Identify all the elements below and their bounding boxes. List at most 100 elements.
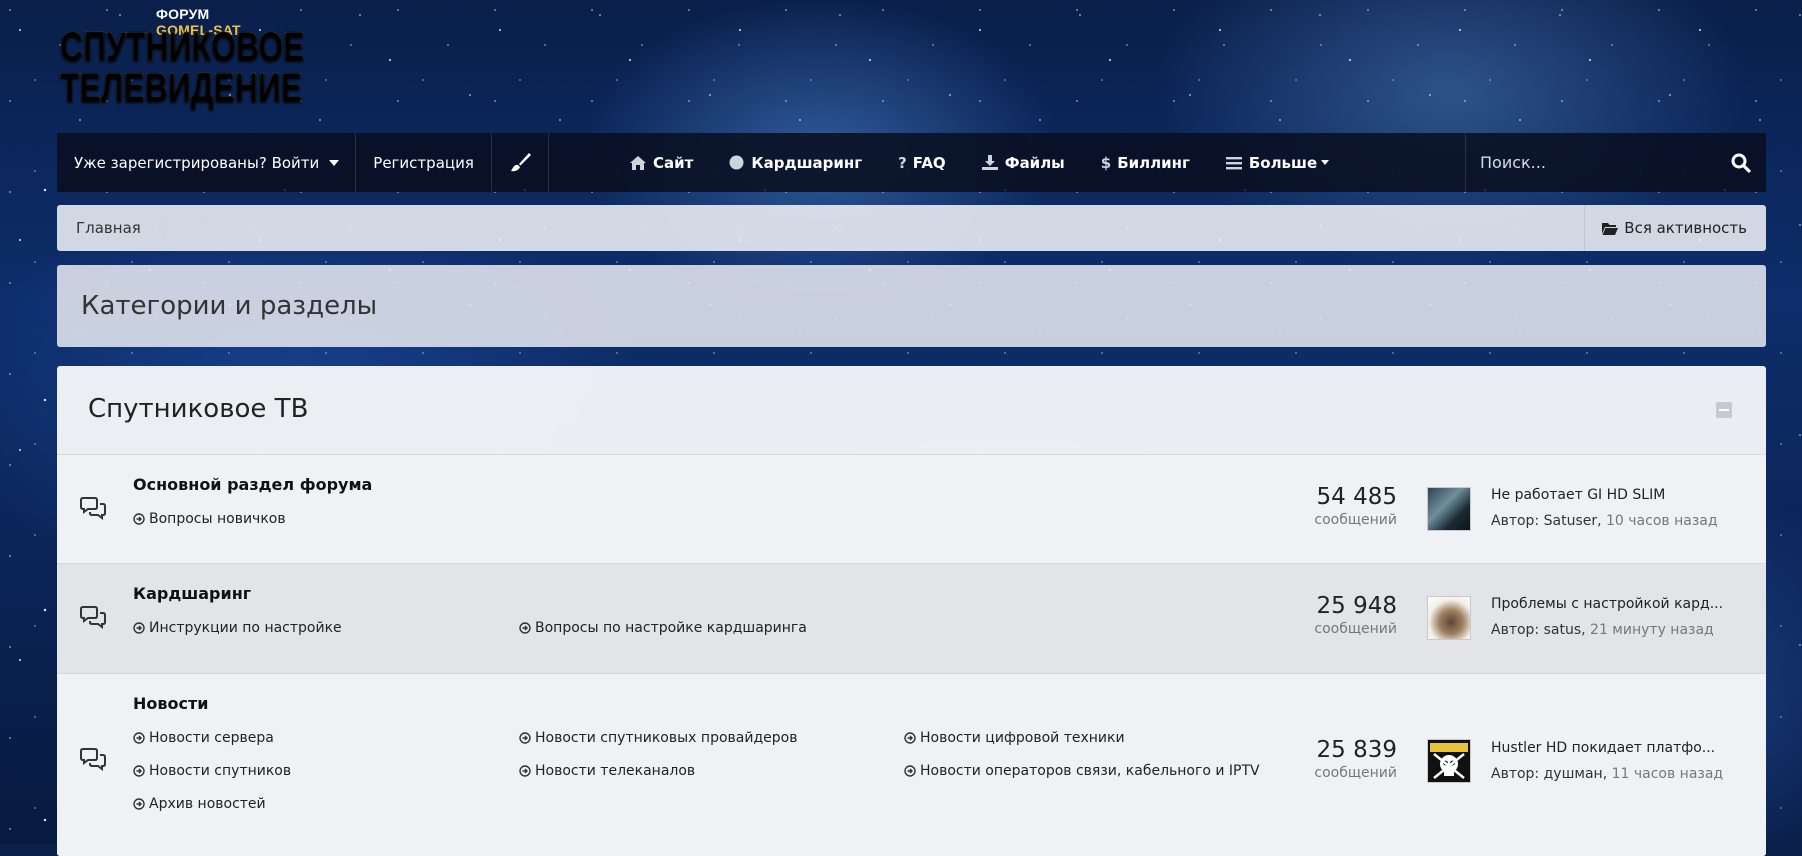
meta-separator: , [1581,622,1586,638]
all-activity-label: Вся активность [1624,219,1747,237]
subforum-label: Новости сервера [149,730,274,746]
primary-nav: Сайт Кардшаринг ? FAQ Файлы $ Биллинг Бо… [612,133,1347,192]
question-icon: ? [898,153,907,172]
nav-item-cardsharing[interactable]: Кардшаринг [711,133,880,192]
register-link[interactable]: Регистрация [356,133,492,192]
arrow-circle-icon [904,732,916,744]
last-post-meta: Автор: satus, 21 минуту назад [1491,622,1714,638]
subforum-label: Архив новостей [149,796,266,812]
login-dropdown[interactable]: Уже зарегистрированы? Войти [57,133,357,192]
nav-item-label: Файлы [1004,153,1065,172]
paintbrush-icon [510,152,531,171]
bars-icon [1225,156,1242,169]
forum-row: Основной раздел форума Вопросы новичков … [57,455,1766,564]
post-count: 25 839 сообщений [1227,736,1397,782]
nav-item-label: FAQ [912,153,946,172]
category-title[interactable]: Спутниковое ТВ [88,394,308,424]
nav-item-site[interactable]: Сайт [612,133,711,192]
category-box: Спутниковое ТВ Основной раздел форума Во… [57,366,1766,856]
avatar[interactable] [1427,596,1471,640]
forum-chat-icon [80,497,106,520]
nav-item-label: Сайт [653,153,694,172]
post-count-number: 25 948 [1316,593,1397,619]
subforum-link[interactable]: Вопросы по настройке кардшаринга [519,620,807,636]
search-input[interactable] [1466,152,1712,173]
author-prefix: Автор: [1491,766,1540,782]
arrow-circle-icon [133,732,145,744]
last-post-author[interactable]: душман [1544,766,1603,782]
meta-separator: , [1602,766,1608,782]
logo-line-1: СПУТНИКОВОЕ [60,23,305,69]
subforum-link[interactable]: Новости спутниковых провайдеров [519,730,797,746]
logo-caption-prefix: ФОРУМ [156,6,210,22]
arrow-circle-icon [519,765,531,777]
arrow-circle-icon [133,765,145,777]
page-header: Категории и разделы [57,265,1766,347]
logo-caption: ФОРУМ GOMEL-SAT [156,6,241,38]
post-count-number: 54 485 [1316,484,1397,510]
avatar[interactable] [1427,739,1471,783]
subforum-link[interactable]: Новости спутников [133,763,291,779]
subforum-link[interactable]: Новости цифровой техники [904,730,1125,746]
post-count: 25 948 сообщений [1227,592,1397,638]
home-icon [630,155,646,170]
search-button[interactable] [1716,133,1766,192]
post-count-label: сообщений [1314,765,1397,781]
caret-down-icon [1321,160,1330,165]
forum-chat-icon [80,748,106,771]
author-prefix: Автор: [1491,622,1540,638]
arrow-circle-icon [133,622,145,634]
nav-item-label: Биллинг [1117,153,1190,172]
site-logo[interactable]: ФОРУМ GOMEL-SAT СПУТНИКОВОЕ ТЕЛЕВИДЕНИЕ [60,6,304,110]
last-post-author[interactable]: satus [1544,622,1582,638]
page-title: Категории и разделы [81,291,378,321]
caret-down-icon [329,159,340,166]
breadcrumb-home-label: Главная [76,219,141,237]
nav-item-files[interactable]: Файлы [964,133,1083,192]
last-post-title[interactable]: Проблемы с настройкой кард... [1491,596,1723,612]
forum-title[interactable]: Основной раздел форума [133,475,372,494]
subforum-label: Новости телеканалов [535,763,696,779]
author-prefix: Автор: [1491,513,1540,529]
subforum-link[interactable]: Новости операторов связи, кабельного и I… [904,763,1260,779]
search-icon [1731,153,1751,173]
folder-open-icon [1602,222,1619,235]
avatar[interactable] [1427,487,1471,531]
subforum-label: Новости цифровой техники [920,730,1125,746]
subforum-link[interactable]: Новости сервера [133,730,274,746]
nav-item-faq[interactable]: ? FAQ [880,133,964,192]
last-post-meta: Автор: Satuser, 10 часов назад [1491,513,1718,529]
subforum-label: Инструкции по настройке [149,620,342,636]
all-activity-link[interactable]: Вся активность [1584,205,1766,251]
post-count-label: сообщений [1314,621,1397,637]
forum-title[interactable]: Новости [133,694,208,713]
search-box [1465,133,1766,192]
subforum-label: Вопросы новичков [149,511,286,527]
theme-button[interactable] [492,133,549,192]
collapse-icon[interactable] [1716,402,1732,418]
skull-icon [1430,743,1468,779]
subforum-link[interactable]: Вопросы новичков [133,511,286,527]
user-nav: Уже зарегистрированы? Войти Регистрация [57,133,549,192]
forum-row: Кардшаринг Инструкции по настройке Вопро… [57,564,1766,674]
nav-item-billing[interactable]: $ Биллинг [1083,133,1208,192]
last-post-author[interactable]: Satuser [1544,513,1598,529]
last-post-title[interactable]: Hustler HD покидает платфо... [1491,740,1715,756]
subforum-link[interactable]: Новости телеканалов [519,763,695,779]
main-navbar: Уже зарегистрированы? Войти Регистрация … [57,133,1766,192]
arrow-circle-icon [519,732,531,744]
forum-title[interactable]: Кардшаринг [133,584,251,603]
post-count: 54 485 сообщений [1227,483,1397,529]
subforum-link[interactable]: Инструкции по настройке [133,620,342,636]
last-post-title[interactable]: Не работает GI HD SLIM [1491,487,1665,503]
breadcrumb-home[interactable]: Главная [57,205,169,251]
circle-icon [729,155,744,170]
arrow-circle-icon [133,798,145,810]
logo-line-2: ТЕЛЕВИДЕНИЕ [60,64,303,110]
subforum-label: Вопросы по настройке кардшаринга [535,620,807,636]
breadcrumb: Главная Вся активность [57,205,1766,251]
subforum-link[interactable]: Архив новостей [133,796,266,812]
nav-item-more[interactable]: Больше [1208,133,1347,192]
forum-row: Новости Новости сервера Новости спутнико… [57,674,1766,856]
last-post-meta: Автор: душман, 11 часов назад [1491,766,1723,782]
